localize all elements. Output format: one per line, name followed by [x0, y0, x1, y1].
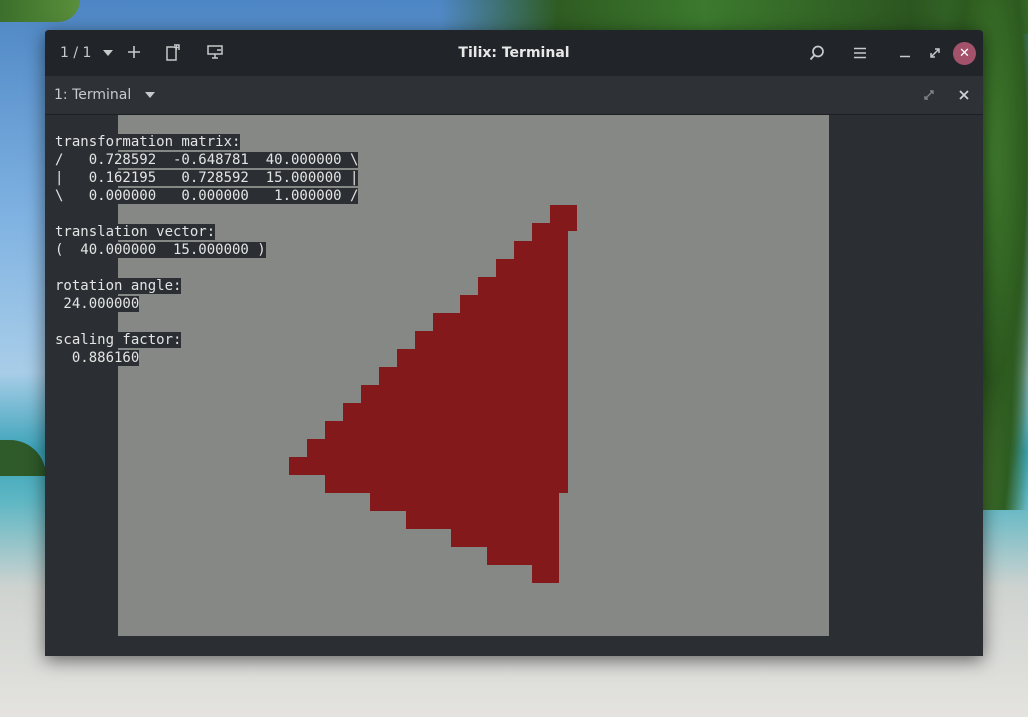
terminal-line: ( 40.000000 15.000000 ) — [55, 241, 358, 259]
terminal-line-text: rotation angle: — [55, 278, 182, 294]
maximize-icon[interactable] — [930, 48, 940, 58]
chevron-down-icon — [144, 92, 155, 98]
terminal-view[interactable]: transformation matrix: / 0.728592 -0.6487… — [45, 115, 983, 656]
terminal-output: transformation matrix: / 0.728592 -0.6487… — [55, 133, 359, 367]
terminal-line-text: ( 40.000000 15.000000 ) — [55, 242, 266, 258]
terminal-line: 24.000000 — [55, 295, 358, 313]
terminal-line: 0.886160 — [55, 349, 358, 367]
terminal-line-text: transformation matrix: — [55, 134, 241, 150]
terminal-line: / 0.728592 -0.648781 40.000000 \ — [55, 151, 359, 169]
tab-terminal[interactable]: 1: Terminal — [54, 76, 155, 114]
titlebar: 1 / 1 Tilix: Terminal ✕ — [45, 30, 983, 76]
terminal-line: rotation angle: — [55, 277, 358, 295]
search-icon[interactable] — [809, 45, 825, 61]
terminal-tab-bar: 1: Terminal — [45, 76, 983, 115]
plus-icon[interactable] — [127, 45, 141, 59]
new-terminal-icon[interactable] — [166, 44, 180, 61]
desktop-foliage-left — [0, 0, 80, 22]
terminal-line-text: \ 0.000000 0.000000 1.000000 / — [55, 188, 359, 204]
close-terminal-icon[interactable] — [959, 90, 969, 100]
terminal-line-text: translation vector: — [55, 224, 216, 240]
terminal-window: 1 / 1 Tilix: Terminal ✕ 1: Terminal tran… — [45, 30, 983, 656]
session-counter: 1 / 1 — [60, 45, 92, 61]
terminal-line: | 0.162195 0.728592 15.000000 | — [55, 169, 359, 187]
close-icon: ✕ — [959, 46, 970, 61]
chevron-down-icon — [102, 50, 113, 56]
terminal-line-text: 24.000000 — [55, 296, 140, 312]
terminal-line-text: | 0.162195 0.728592 15.000000 | — [55, 170, 359, 186]
close-button[interactable]: ✕ — [953, 42, 976, 65]
terminal-line-text: 0.886160 — [55, 350, 140, 366]
terminal-line: \ 0.000000 0.000000 1.000000 / — [55, 187, 359, 205]
tab-label: 1: Terminal — [54, 87, 132, 103]
minimize-icon[interactable] — [900, 55, 910, 58]
terminal-line: translation vector: — [55, 223, 358, 241]
maximize-terminal-icon[interactable] — [924, 90, 934, 100]
terminal-line: scaling factor: — [55, 331, 358, 349]
terminal-line-text: / 0.728592 -0.648781 40.000000 \ — [55, 152, 359, 168]
terminal-line: transformation matrix: — [55, 133, 358, 151]
terminal-line-text: scaling factor: — [55, 332, 182, 348]
sync-input-icon[interactable] — [207, 45, 223, 59]
desktop-island — [0, 440, 46, 476]
hamburger-menu-icon[interactable] — [853, 47, 867, 59]
session-switcher[interactable]: 1 / 1 — [60, 30, 113, 76]
window-title: Tilix: Terminal — [458, 45, 570, 61]
